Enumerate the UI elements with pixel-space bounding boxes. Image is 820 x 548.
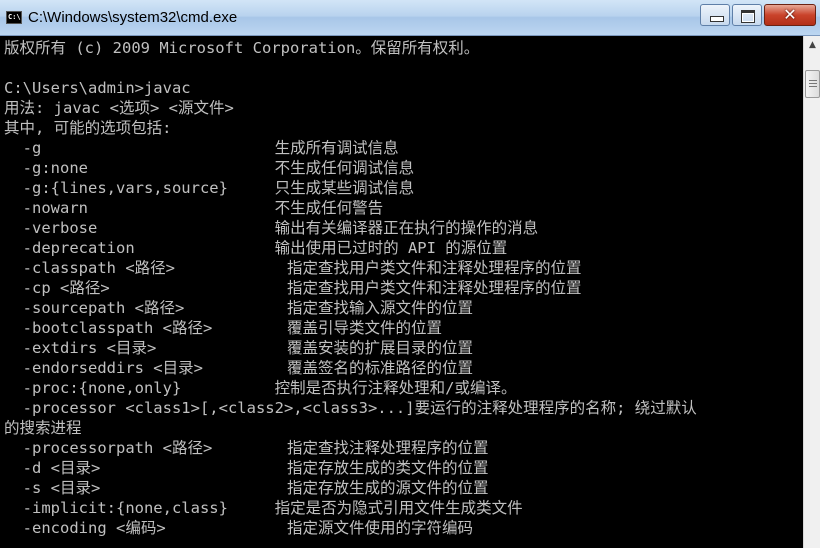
console-line: -classpath <路径> 指定查找用户类文件和注释处理程序的位置 xyxy=(4,259,582,277)
scroll-up-arrow-icon[interactable]: ▲ xyxy=(805,37,820,54)
vertical-scrollbar[interactable]: ▲ xyxy=(803,36,820,548)
console-output[interactable]: 版权所有 (c) 2009 Microsoft Corporation。保留所有… xyxy=(0,36,803,548)
console-line: -endorseddirs <目录> 覆盖签名的标准路径的位置 xyxy=(4,359,473,377)
console-line: -sourcepath <路径> 指定查找输入源文件的位置 xyxy=(4,299,473,317)
console-line: -g 生成所有调试信息 xyxy=(4,139,399,157)
console-line: -processorpath <路径> 指定查找注释处理程序的位置 xyxy=(4,439,489,457)
console-line: -cp <路径> 指定查找用户类文件和注释处理程序的位置 xyxy=(4,279,582,297)
console-line: 用法: javac <选项> <源文件> xyxy=(4,99,234,117)
console-line: -processor <class1>[,<class2>,<class3>..… xyxy=(4,399,697,417)
console-line: C:\Users\admin>javac xyxy=(4,79,191,97)
close-button[interactable]: ✕ xyxy=(764,4,816,26)
cmd-app-icon[interactable]: C:\ xyxy=(6,11,22,24)
console-line: 的搜索进程 xyxy=(4,419,82,437)
close-icon: ✕ xyxy=(783,5,797,24)
console-line: -d <目录> 指定存放生成的类文件的位置 xyxy=(4,459,489,477)
scrollbar-thumb[interactable] xyxy=(805,70,820,98)
maximize-icon xyxy=(741,10,755,23)
console-line: -nowarn 不生成任何警告 xyxy=(4,199,384,217)
console-line: -bootclasspath <路径> 覆盖引导类文件的位置 xyxy=(4,319,442,337)
console-line: -verbose 输出有关编译器正在执行的操作的消息 xyxy=(4,219,539,237)
window-title: C:\Windows\system32\cmd.exe xyxy=(28,9,238,26)
console-line: -s <目录> 指定存放生成的源文件的位置 xyxy=(4,479,489,497)
cmd-window: C:\ C:\Windows\system32\cmd.exe ✕ 版权所有 (… xyxy=(0,0,820,548)
console-line: 其中, 可能的选项包括: xyxy=(4,119,172,137)
console-line: -encoding <编码> 指定源文件使用的字符编码 xyxy=(4,519,473,537)
console-line: -proc:{none,only} 控制是否执行注释处理和/或编译。 xyxy=(4,379,517,397)
minimize-icon xyxy=(710,16,724,22)
maximize-button[interactable] xyxy=(732,4,762,26)
console-line: -extdirs <目录> 覆盖安装的扩展目录的位置 xyxy=(4,339,473,357)
console-line: -g:none 不生成任何调试信息 xyxy=(4,159,415,177)
title-bar[interactable]: C:\ C:\Windows\system32\cmd.exe ✕ xyxy=(0,0,820,36)
console-line: -g:{lines,vars,source} 只生成某些调试信息 xyxy=(4,179,415,197)
minimize-button[interactable] xyxy=(700,4,730,26)
console-line: -implicit:{none,class} 指定是否为隐式引用文件生成类文件 xyxy=(4,499,523,517)
console-line: 版权所有 (c) 2009 Microsoft Corporation。保留所有… xyxy=(4,39,480,57)
console-line: -deprecation 输出使用已过时的 API 的源位置 xyxy=(4,239,508,257)
